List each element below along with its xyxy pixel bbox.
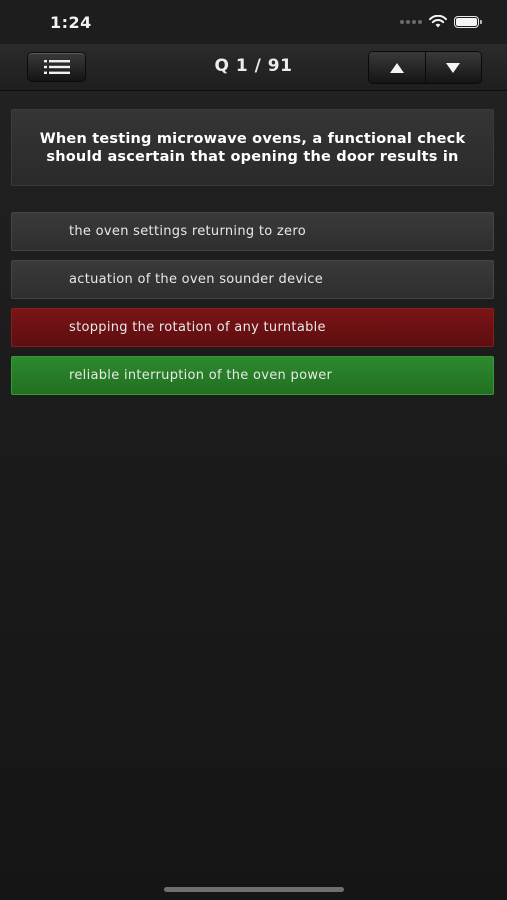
answer-option-1[interactable]: the oven settings returning to zero (11, 212, 494, 251)
answer-text: actuation of the oven sounder device (69, 272, 324, 287)
battery-icon (454, 15, 482, 28)
arrow-up-icon (389, 62, 404, 73)
answer-option-3[interactable]: stopping the rotation of any turntable (11, 308, 494, 347)
status-time: 1:24 (50, 13, 92, 32)
answer-text: reliable interruption of the oven power (69, 368, 333, 383)
arrow-down-icon (446, 62, 461, 73)
home-indicator[interactable] (164, 887, 344, 892)
question-navigation (368, 51, 482, 84)
cellular-signal-icon (400, 19, 422, 24)
answer-text: stopping the rotation of any turntable (69, 320, 326, 335)
next-question-button[interactable] (424, 52, 481, 83)
answer-list: the oven settings returning to zero actu… (11, 212, 494, 404)
previous-question-button[interactable] (369, 52, 425, 83)
answer-option-2[interactable]: actuation of the oven sounder device (11, 260, 494, 299)
answer-option-4[interactable]: reliable interruption of the oven power (11, 356, 494, 395)
status-icons (400, 15, 482, 28)
wifi-icon (429, 15, 447, 28)
answer-text: the oven settings returning to zero (69, 224, 306, 239)
nav-bar: Q 1 / 91 (0, 44, 507, 91)
question-text: When testing microwave ovens, a function… (39, 130, 466, 165)
question-card: When testing microwave ovens, a function… (11, 109, 494, 186)
status-bar: 1:24 (0, 0, 507, 44)
quiz-screen: 1:24 Q 1 / 91 When testing microwave ove… (0, 0, 507, 900)
